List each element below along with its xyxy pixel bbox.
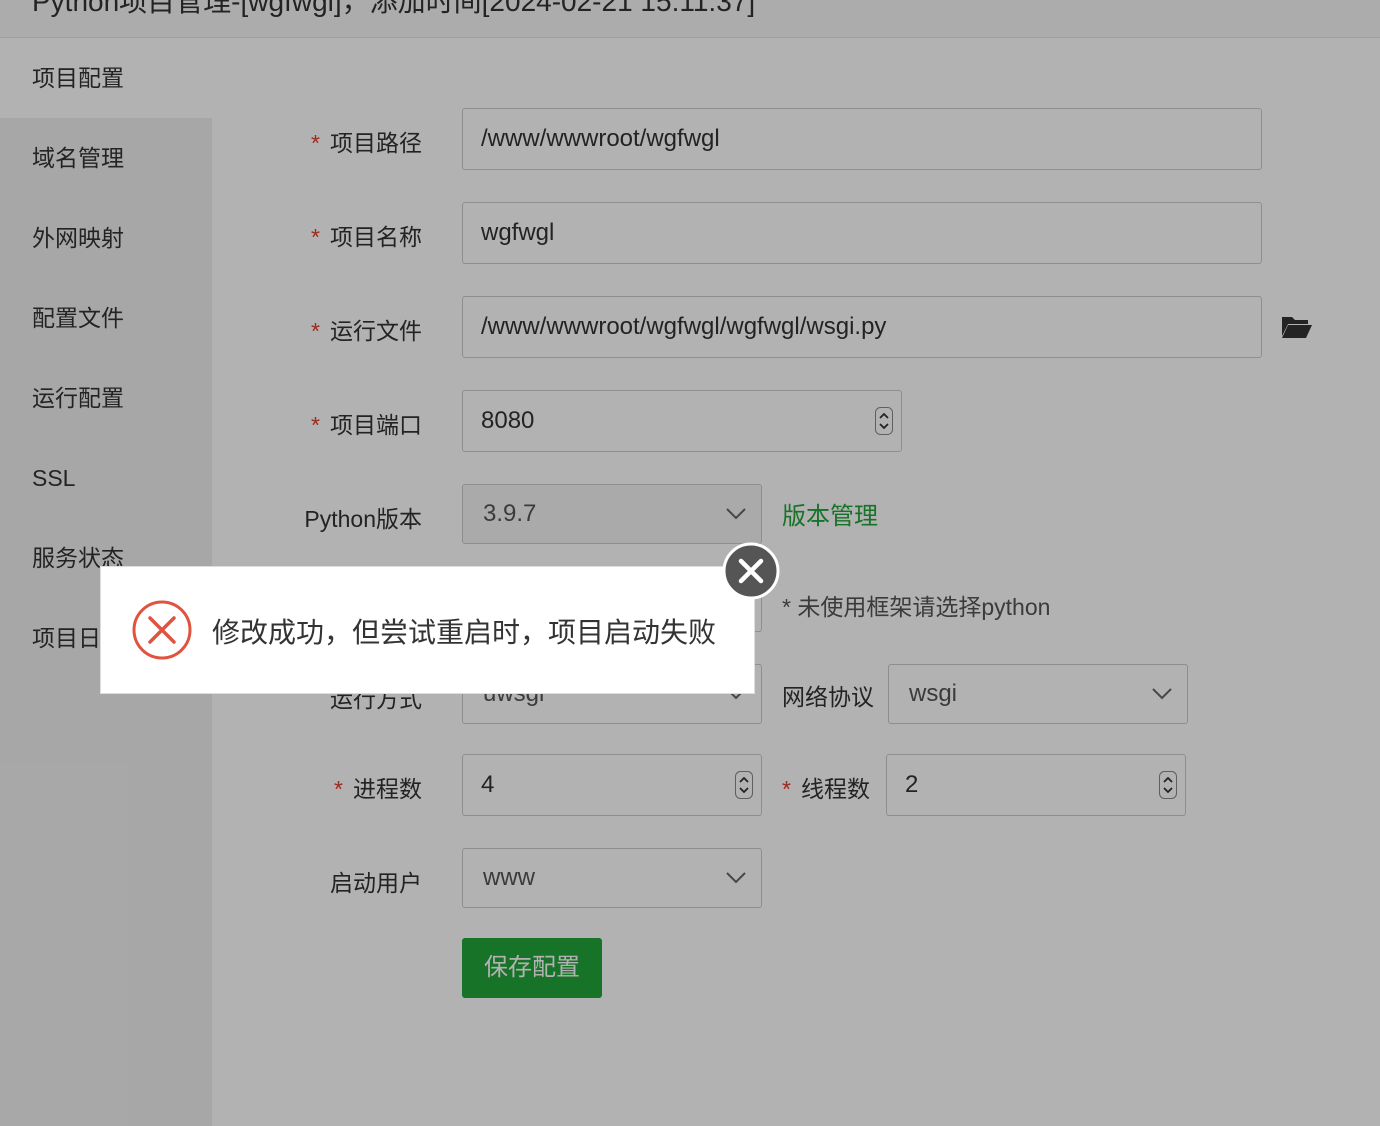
error-circle-icon xyxy=(132,600,192,660)
modal-overlay xyxy=(0,0,1380,1126)
error-dialog: 修改成功，但尝试重启时，项目启动失败 xyxy=(100,566,755,694)
dialog-message: 修改成功，但尝试重启时，项目启动失败 xyxy=(212,617,717,648)
close-icon[interactable] xyxy=(722,542,780,600)
